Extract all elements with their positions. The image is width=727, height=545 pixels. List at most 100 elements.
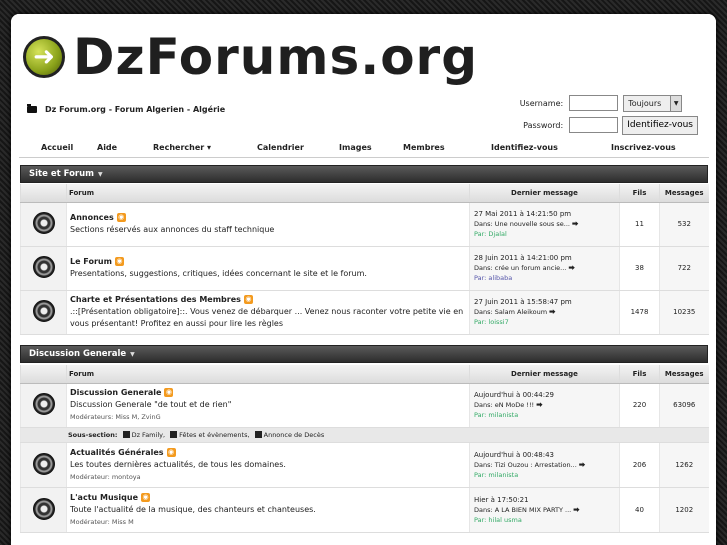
subsection-row: Sous-section: Dz Family, Fêtes et évènem… [20, 427, 709, 443]
collapse-icon[interactable]: ▼ [98, 171, 103, 178]
forum-row: Charte et Présentations des Membres ◉ .::… [20, 290, 709, 335]
threads-count: 40 [619, 487, 660, 533]
password-input[interactable] [569, 117, 619, 133]
goto-icon[interactable]: ⮕ [573, 506, 580, 514]
main-nav: Accueil Aide Rechercher ▾ Calendrier Ima… [19, 140, 709, 158]
col-last-post: Dernier message [469, 365, 620, 384]
subforum-icon [170, 431, 178, 438]
last-post-user[interactable]: Par: loissi7 [474, 317, 615, 327]
last-post-user[interactable]: Par: hilal usma [474, 515, 615, 525]
subforum-link[interactable]: Fêtes et évènements [179, 431, 247, 439]
last-post-user[interactable]: Par: alibaba [474, 273, 615, 283]
breadcrumb: Dz Forum.org - Forum Algerien - Algérie [27, 104, 225, 114]
rss-icon[interactable]: ◉ [114, 257, 124, 266]
threads-count: 11 [619, 202, 660, 247]
forum-title[interactable]: Le Forum [70, 257, 112, 266]
subsection-label: Sous-section: [68, 430, 118, 439]
category-header-discussion[interactable]: Discussion Generale ▼ [20, 345, 708, 363]
goto-icon[interactable]: ⮕ [572, 220, 579, 228]
forum-description: Les toutes dernières actualités, de tous… [70, 459, 286, 469]
subforum-link[interactable]: Annonce de Decès [264, 431, 325, 439]
username-input[interactable] [569, 95, 619, 111]
moderators[interactable]: Modérateurs: Miss M, ZvinG [70, 413, 161, 421]
forum-description: .::[Présentation obligatoire]::. Vous ve… [70, 307, 464, 328]
collapse-icon[interactable]: ▼ [130, 351, 135, 358]
remember-value: Toujours [628, 98, 662, 108]
last-post-user[interactable]: Par: Djalal [474, 229, 615, 239]
threads-count: 38 [619, 246, 660, 291]
forum-row: L'actu Musique ◉ Toute l'actualité de la … [20, 487, 709, 533]
forum-table-discussion: Forum Dernier message Fils Messages Disc… [20, 365, 709, 533]
rss-icon[interactable]: ◉ [166, 447, 176, 457]
chevron-down-icon: ▼ [670, 95, 682, 111]
messages-count: 1202 [659, 487, 709, 533]
last-post-topic[interactable]: Dans: Salam Aleikoum [474, 308, 547, 316]
forum-table-site: Forum Dernier message Fils Messages Anno… [20, 184, 709, 335]
last-post-user[interactable]: Par: milanista [474, 470, 615, 480]
forum-title[interactable]: Annonces [70, 213, 114, 222]
category-header-site[interactable]: Site et Forum ▼ [20, 165, 708, 183]
last-post-topic[interactable]: Dans: Tizi Ouzou : Arrestation... [474, 461, 577, 469]
nav-images[interactable]: Images [339, 143, 372, 152]
last-post-date: Aujourd'hui à 00:44:29 [474, 391, 555, 399]
remember-select[interactable]: Toujours ▼ [623, 94, 683, 112]
last-post-topic[interactable]: Dans: A LA BIEN MIX PARTY ... [474, 506, 571, 514]
moderators[interactable]: Modérateur: montoya [70, 473, 141, 481]
forum-status-icon [32, 256, 55, 278]
last-post-topic[interactable]: Dans: Une nouvelle sous se... [474, 220, 570, 228]
site-title[interactable]: Dz Forum.org - Forum Algerien - Algérie [45, 105, 225, 114]
logo-arrow-icon[interactable]: ➜ [23, 36, 65, 78]
forum-status-icon [32, 300, 55, 322]
last-post-topic[interactable]: Dans: eN MoDe !!! [474, 401, 534, 409]
subforum-icon [122, 431, 130, 438]
nav-calendar[interactable]: Calendrier [257, 143, 304, 152]
nav-members[interactable]: Membres [403, 143, 445, 152]
nav-register[interactable]: Inscrivez-vous [611, 143, 676, 152]
password-label: Password: [523, 120, 564, 130]
login-button[interactable]: Identifiez-vous [622, 115, 698, 135]
nav-help[interactable]: Aide [97, 143, 117, 152]
goto-icon[interactable]: ⮕ [549, 308, 556, 316]
col-forum: Forum [66, 365, 470, 384]
col-threads: Fils [619, 184, 660, 203]
last-post-topic[interactable]: Dans: crée un forum ancie... [474, 264, 566, 272]
last-post-date: Hier à 17:50:21 [474, 495, 529, 504]
goto-icon[interactable]: ⮕ [579, 461, 586, 469]
last-post-user[interactable]: Par: milanista [474, 410, 615, 420]
forum-status-icon [32, 212, 55, 234]
folder-icon [27, 104, 37, 113]
rss-icon[interactable]: ◉ [164, 388, 174, 397]
rss-icon[interactable]: ◉ [116, 213, 126, 222]
last-post-date: Aujourd'hui à 00:48:43 [474, 450, 555, 459]
messages-count: 532 [659, 202, 709, 247]
subforum-link[interactable]: Dz Family [132, 431, 163, 439]
rss-icon[interactable]: ◉ [141, 492, 150, 502]
messages-count: 10235 [659, 290, 709, 335]
col-messages: Messages [659, 365, 709, 384]
goto-icon[interactable]: ⮕ [568, 264, 575, 272]
forum-title[interactable]: Charte et Présentations des Membres [70, 295, 241, 304]
threads-count: 206 [619, 442, 660, 488]
col-threads: Fils [619, 365, 660, 384]
nav-home[interactable]: Accueil [41, 143, 73, 152]
category-title: Site et Forum [29, 169, 95, 179]
col-last-post: Dernier message [469, 184, 620, 203]
logo-text[interactable]: DzForums.org [73, 28, 478, 86]
forum-title[interactable]: Actualités Générales [70, 448, 164, 457]
forum-row: Discussion Generale ◉ Discussion Generale… [20, 383, 709, 428]
last-post-date: 28 Juin 2011 à 14:21:00 pm [474, 254, 572, 262]
forum-row: Actualités Générales ◉ Les toutes dernièr… [20, 442, 709, 488]
subforum-icon [254, 431, 262, 438]
forum-status-icon [32, 452, 55, 475]
username-label: Username: [519, 98, 564, 108]
moderators[interactable]: Modérateur: Miss M [70, 518, 134, 526]
goto-icon[interactable]: ⮕ [536, 401, 543, 409]
forum-title[interactable]: L'actu Musique [70, 493, 138, 502]
rss-icon[interactable]: ◉ [243, 295, 253, 304]
last-post-date: 27 Juin 2011 à 15:58:47 pm [474, 298, 572, 306]
nav-search[interactable]: Rechercher ▾ [153, 143, 211, 152]
forum-status-icon [32, 393, 55, 415]
forum-title[interactable]: Discussion Generale [70, 388, 161, 397]
nav-login[interactable]: Identifiez-vous [491, 143, 558, 152]
page-container: ➜ DzForums.org Dz Forum.org - Forum Alge… [11, 14, 716, 545]
